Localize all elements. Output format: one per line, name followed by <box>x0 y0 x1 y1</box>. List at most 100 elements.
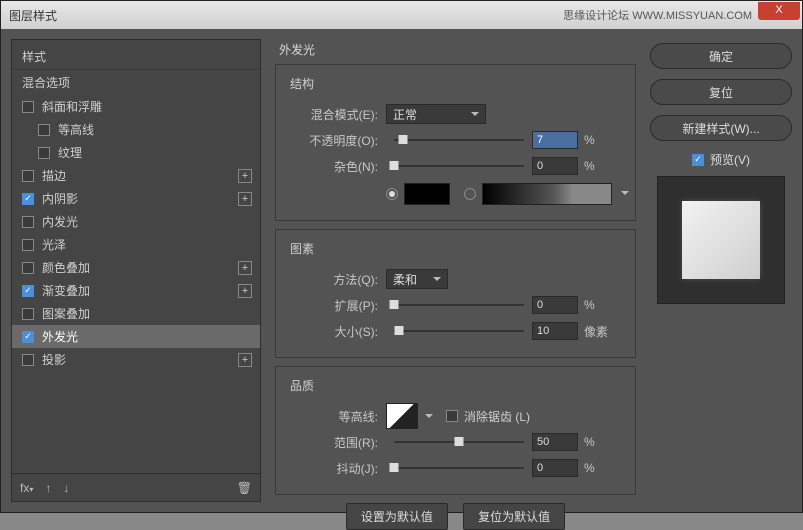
cancel-button[interactable]: 复位 <box>650 79 792 105</box>
spread-label: 扩展(P): <box>290 297 378 314</box>
range-slider[interactable] <box>394 441 524 443</box>
style-label: 渐变叠加 <box>42 282 90 299</box>
size-label: 大小(S): <box>290 323 378 340</box>
style-item-5[interactable]: 内发光 <box>12 210 260 233</box>
range-value[interactable]: 50 <box>532 433 578 451</box>
style-item-1[interactable]: 等高线 <box>12 118 260 141</box>
set-default-button[interactable]: 设置为默认值 <box>346 503 448 530</box>
style-item-8[interactable]: 渐变叠加 + <box>12 279 260 302</box>
style-checkbox[interactable] <box>38 124 50 136</box>
titlebar: 图层样式 思缘设计论坛 WWW.MISSYUAN.COM X <box>1 1 802 29</box>
contour-picker[interactable] <box>386 403 418 429</box>
opacity-value[interactable]: 7 <box>532 131 578 149</box>
arrow-up-icon[interactable]: ↑ <box>45 481 51 495</box>
style-item-7[interactable]: 颜色叠加 + <box>12 256 260 279</box>
spread-slider[interactable] <box>394 304 524 306</box>
style-label: 内阴影 <box>42 190 78 207</box>
settings-panel: 外发光 结构 混合模式(E): 正常 不透明度(O): 7 % 杂色(N): 0 <box>269 39 642 502</box>
arrow-down-icon[interactable]: ↓ <box>63 481 69 495</box>
contour-dropdown[interactable] <box>422 403 436 429</box>
opacity-unit: % <box>584 133 595 147</box>
style-item-11[interactable]: 投影 + <box>12 348 260 371</box>
style-checkbox[interactable] <box>38 147 50 159</box>
size-slider[interactable] <box>394 330 524 332</box>
trash-icon[interactable]: 🗑 <box>237 481 252 495</box>
color-swatch[interactable] <box>404 183 450 205</box>
action-panel: 确定 复位 新建样式(W)... 预览(V) <box>650 39 792 502</box>
layer-style-dialog: 图层样式 思缘设计论坛 WWW.MISSYUAN.COM X 样式 混合选项 斜… <box>0 0 803 513</box>
style-item-6[interactable]: 光泽 <box>12 233 260 256</box>
blending-options-header[interactable]: 混合选项 <box>12 69 260 95</box>
style-item-9[interactable]: 图案叠加 <box>12 302 260 325</box>
style-checkbox[interactable] <box>22 354 34 366</box>
gradient-radio[interactable] <box>464 188 476 200</box>
style-label: 光泽 <box>42 236 66 253</box>
style-label: 等高线 <box>58 121 94 138</box>
style-label: 外发光 <box>42 328 78 345</box>
preview-checkbox-icon <box>692 154 704 166</box>
quality-group: 品质 等高线: 消除锯齿 (L) 范围(R): 50 % 抖动(J): <box>275 366 636 495</box>
opacity-label: 不透明度(O): <box>290 132 378 149</box>
jitter-slider[interactable] <box>394 467 524 469</box>
preview-label: 预览(V) <box>710 151 750 168</box>
noise-value[interactable]: 0 <box>532 157 578 175</box>
window-title: 图层样式 <box>1 7 57 24</box>
contour-label: 等高线: <box>290 408 378 425</box>
style-item-10[interactable]: 外发光 <box>12 325 260 348</box>
antialias-checkbox[interactable] <box>446 410 458 422</box>
watermark-text: 思缘设计论坛 WWW.MISSYUAN.COM <box>563 7 752 23</box>
style-item-4[interactable]: 内阴影 + <box>12 187 260 210</box>
style-checkbox[interactable] <box>22 101 34 113</box>
method-select[interactable]: 柔和 <box>386 269 448 289</box>
style-label: 纹理 <box>58 144 82 161</box>
style-item-0[interactable]: 斜面和浮雕 <box>12 95 260 118</box>
size-unit: 像素 <box>584 323 608 340</box>
style-label: 斜面和浮雕 <box>42 98 102 115</box>
elements-group: 图素 方法(Q): 柔和 扩展(P): 0 % 大小(S): 10 像素 <box>275 229 636 358</box>
style-checkbox[interactable] <box>22 331 34 343</box>
blend-mode-label: 混合模式(E): <box>290 106 378 123</box>
style-label: 投影 <box>42 351 66 368</box>
style-label: 颜色叠加 <box>42 259 90 276</box>
style-checkbox[interactable] <box>22 193 34 205</box>
gradient-swatch[interactable] <box>482 183 612 205</box>
spread-value[interactable]: 0 <box>532 296 578 314</box>
fx-menu-button[interactable]: fx▾ <box>20 481 33 495</box>
add-instance-button[interactable]: + <box>238 169 252 183</box>
solid-color-radio[interactable] <box>386 188 398 200</box>
blend-mode-select[interactable]: 正常 <box>386 104 486 124</box>
range-label: 范围(R): <box>290 434 378 451</box>
style-checkbox[interactable] <box>22 285 34 297</box>
noise-unit: % <box>584 159 595 173</box>
style-label: 内发光 <box>42 213 78 230</box>
preview-toggle[interactable]: 预览(V) <box>650 151 792 168</box>
style-checkbox[interactable] <box>22 216 34 228</box>
add-instance-button[interactable]: + <box>238 284 252 298</box>
ok-button[interactable]: 确定 <box>650 43 792 69</box>
quality-title: 品质 <box>290 377 621 394</box>
spread-unit: % <box>584 298 595 312</box>
style-list-footer: fx▾ ↑ ↓ 🗑 <box>12 473 260 501</box>
add-instance-button[interactable]: + <box>238 353 252 367</box>
preview-swatch <box>682 201 760 279</box>
size-value[interactable]: 10 <box>532 322 578 340</box>
reset-default-button[interactable]: 复位为默认值 <box>463 503 565 530</box>
style-checkbox[interactable] <box>22 239 34 251</box>
jitter-unit: % <box>584 461 595 475</box>
antialias-label: 消除锯齿 (L) <box>464 408 530 425</box>
preview-box <box>657 176 785 304</box>
close-button[interactable]: X <box>758 2 800 20</box>
style-checkbox[interactable] <box>22 170 34 182</box>
style-checkbox[interactable] <box>22 308 34 320</box>
noise-label: 杂色(N): <box>290 158 378 175</box>
new-style-button[interactable]: 新建样式(W)... <box>650 115 792 141</box>
style-item-2[interactable]: 纹理 <box>12 141 260 164</box>
jitter-value[interactable]: 0 <box>532 459 578 477</box>
add-instance-button[interactable]: + <box>238 261 252 275</box>
style-checkbox[interactable] <box>22 262 34 274</box>
opacity-slider[interactable] <box>394 139 524 141</box>
add-instance-button[interactable]: + <box>238 192 252 206</box>
styles-header: 样式 <box>12 40 260 69</box>
noise-slider[interactable] <box>394 165 524 167</box>
style-item-3[interactable]: 描边+ <box>12 164 260 187</box>
